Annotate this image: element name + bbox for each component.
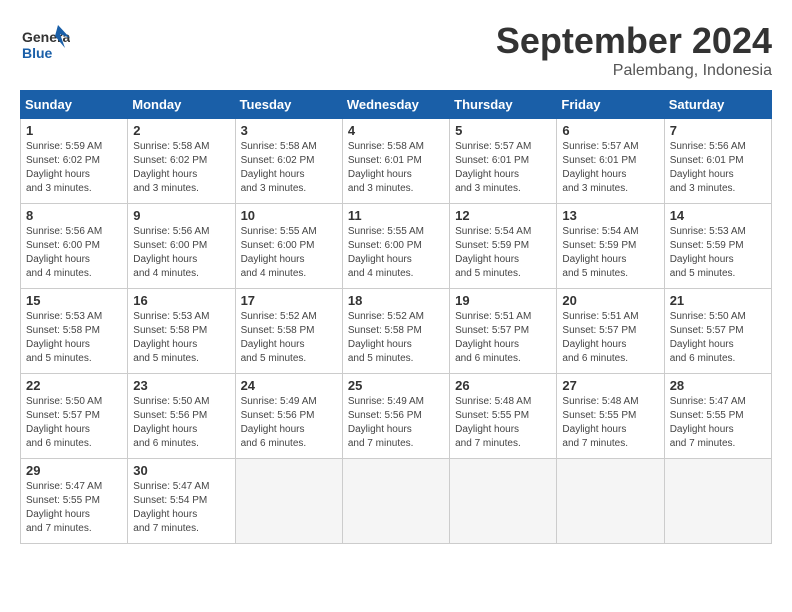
calendar-day-26: 26Sunrise: 5:48 AMSunset: 5:55 PMDayligh… [450, 374, 557, 459]
calendar-week-1: 8Sunrise: 5:56 AMSunset: 6:00 PMDaylight… [21, 204, 772, 289]
calendar-day-19: 19Sunrise: 5:51 AMSunset: 5:57 PMDayligh… [450, 289, 557, 374]
calendar-day-20: 20Sunrise: 5:51 AMSunset: 5:57 PMDayligh… [557, 289, 664, 374]
month-title: September 2024 [496, 20, 772, 62]
title-block: September 2024 Palembang, Indonesia [496, 20, 772, 80]
weekday-header-thursday: Thursday [450, 91, 557, 119]
calendar-week-4: 29Sunrise: 5:47 AMSunset: 5:55 PMDayligh… [21, 459, 772, 544]
location-subtitle: Palembang, Indonesia [496, 62, 772, 80]
calendar-day-11: 11Sunrise: 5:55 AMSunset: 6:00 PMDayligh… [342, 204, 449, 289]
calendar-empty [664, 459, 771, 544]
calendar-day-24: 24Sunrise: 5:49 AMSunset: 5:56 PMDayligh… [235, 374, 342, 459]
calendar-day-13: 13Sunrise: 5:54 AMSunset: 5:59 PMDayligh… [557, 204, 664, 289]
calendar-week-0: 1Sunrise: 5:59 AMSunset: 6:02 PMDaylight… [21, 119, 772, 204]
calendar-day-27: 27Sunrise: 5:48 AMSunset: 5:55 PMDayligh… [557, 374, 664, 459]
calendar-day-21: 21Sunrise: 5:50 AMSunset: 5:57 PMDayligh… [664, 289, 771, 374]
calendar-week-2: 15Sunrise: 5:53 AMSunset: 5:58 PMDayligh… [21, 289, 772, 374]
calendar-day-1: 1Sunrise: 5:59 AMSunset: 6:02 PMDaylight… [21, 119, 128, 204]
calendar-empty [557, 459, 664, 544]
calendar-week-3: 22Sunrise: 5:50 AMSunset: 5:57 PMDayligh… [21, 374, 772, 459]
logo-icon: General Blue [20, 20, 70, 65]
weekday-header-row: SundayMondayTuesdayWednesdayThursdayFrid… [21, 91, 772, 119]
page-header: General Blue September 2024 Palembang, I… [20, 20, 772, 80]
calendar-day-28: 28Sunrise: 5:47 AMSunset: 5:55 PMDayligh… [664, 374, 771, 459]
calendar-day-14: 14Sunrise: 5:53 AMSunset: 5:59 PMDayligh… [664, 204, 771, 289]
calendar-day-5: 5Sunrise: 5:57 AMSunset: 6:01 PMDaylight… [450, 119, 557, 204]
calendar-empty [342, 459, 449, 544]
calendar-day-10: 10Sunrise: 5:55 AMSunset: 6:00 PMDayligh… [235, 204, 342, 289]
weekday-header-saturday: Saturday [664, 91, 771, 119]
calendar-day-25: 25Sunrise: 5:49 AMSunset: 5:56 PMDayligh… [342, 374, 449, 459]
calendar-day-3: 3Sunrise: 5:58 AMSunset: 6:02 PMDaylight… [235, 119, 342, 204]
calendar-day-29: 29Sunrise: 5:47 AMSunset: 5:55 PMDayligh… [21, 459, 128, 544]
weekday-header-sunday: Sunday [21, 91, 128, 119]
calendar-empty [450, 459, 557, 544]
calendar-day-12: 12Sunrise: 5:54 AMSunset: 5:59 PMDayligh… [450, 204, 557, 289]
weekday-header-monday: Monday [128, 91, 235, 119]
calendar-day-18: 18Sunrise: 5:52 AMSunset: 5:58 PMDayligh… [342, 289, 449, 374]
weekday-header-friday: Friday [557, 91, 664, 119]
calendar-day-22: 22Sunrise: 5:50 AMSunset: 5:57 PMDayligh… [21, 374, 128, 459]
calendar-day-17: 17Sunrise: 5:52 AMSunset: 5:58 PMDayligh… [235, 289, 342, 374]
calendar-day-4: 4Sunrise: 5:58 AMSunset: 6:01 PMDaylight… [342, 119, 449, 204]
calendar-day-16: 16Sunrise: 5:53 AMSunset: 5:58 PMDayligh… [128, 289, 235, 374]
calendar-day-23: 23Sunrise: 5:50 AMSunset: 5:56 PMDayligh… [128, 374, 235, 459]
calendar-day-6: 6Sunrise: 5:57 AMSunset: 6:01 PMDaylight… [557, 119, 664, 204]
calendar-day-2: 2Sunrise: 5:58 AMSunset: 6:02 PMDaylight… [128, 119, 235, 204]
weekday-header-tuesday: Tuesday [235, 91, 342, 119]
calendar-day-15: 15Sunrise: 5:53 AMSunset: 5:58 PMDayligh… [21, 289, 128, 374]
svg-text:Blue: Blue [22, 45, 53, 61]
calendar-day-8: 8Sunrise: 5:56 AMSunset: 6:00 PMDaylight… [21, 204, 128, 289]
calendar-table: SundayMondayTuesdayWednesdayThursdayFrid… [20, 90, 772, 544]
calendar-day-30: 30Sunrise: 5:47 AMSunset: 5:54 PMDayligh… [128, 459, 235, 544]
calendar-empty [235, 459, 342, 544]
logo: General Blue [20, 20, 70, 70]
weekday-header-wednesday: Wednesday [342, 91, 449, 119]
calendar-day-7: 7Sunrise: 5:56 AMSunset: 6:01 PMDaylight… [664, 119, 771, 204]
calendar-day-9: 9Sunrise: 5:56 AMSunset: 6:00 PMDaylight… [128, 204, 235, 289]
